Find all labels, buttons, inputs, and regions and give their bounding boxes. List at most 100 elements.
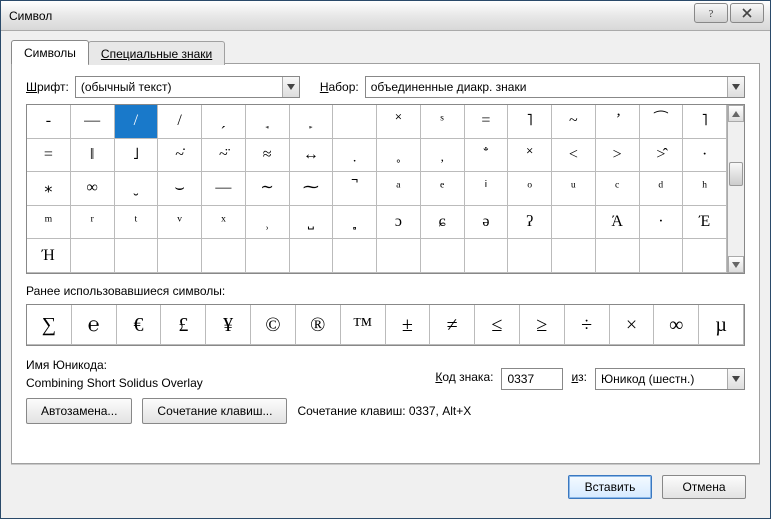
symbol-cell[interactable]: ~̇ [158,139,202,173]
recent-symbol-cell[interactable]: ≤ [475,305,520,345]
help-button[interactable]: ? [694,3,728,23]
symbol-cell[interactable]: < [552,139,596,173]
symbol-cell[interactable]: ˢ [421,105,465,139]
symbol-cell[interactable]: ̛ [596,105,640,139]
symbol-cell[interactable]: — [71,105,115,139]
symbol-cell[interactable] [465,239,509,273]
symbol-cell[interactable]: ‖ [71,139,115,173]
autocorrect-button[interactable]: Автозамена... [26,398,132,424]
symbol-cell[interactable]: ̗ [202,105,246,139]
symbol-cell[interactable]: ̣ [333,139,377,173]
recent-symbol-cell[interactable]: ≥ [520,305,565,345]
symbol-cell[interactable]: ʔ [508,206,552,240]
scrollbar[interactable] [727,105,744,273]
from-combo[interactable]: Юникод (шестн.) [595,368,745,390]
symbol-cell[interactable]: ᵐ [27,206,71,240]
symbol-cell[interactable]: ∼ [246,172,290,206]
symbol-cell[interactable]: ᶜ [596,172,640,206]
symbol-cell[interactable]: ᵛ [158,206,202,240]
chevron-down-icon[interactable] [727,77,744,97]
recent-symbol-cell[interactable]: ∑ [27,305,72,345]
symbol-cell[interactable]: ̹ [246,206,290,240]
close-button[interactable] [730,3,764,23]
symbol-cell[interactable]: ˣ [202,206,246,240]
symbol-cell[interactable]: ̙ [290,105,334,139]
symbol-cell[interactable] [377,239,421,273]
symbol-cell[interactable]: ɕ [421,206,465,240]
symbol-cell[interactable] [158,239,202,273]
symbol-cell[interactable]: · [640,206,684,240]
symbol-cell[interactable]: ̘ [246,105,290,139]
symbol-cell[interactable] [640,239,684,273]
symbol-cell[interactable] [552,239,596,273]
chevron-down-icon[interactable] [727,369,744,389]
symbol-cell[interactable]: ̐ [465,139,509,173]
symbol-cell[interactable]: Ά [596,206,640,240]
symbol-cell[interactable]: ʰ [683,172,727,206]
insert-button[interactable]: Вставить [568,475,652,499]
recent-symbol-cell[interactable]: µ [699,305,744,345]
symbol-cell[interactable]: ᵗ [115,206,159,240]
symbol-cell[interactable]: ̮ [115,172,159,206]
symbol-cell[interactable]: ʳ [71,206,115,240]
symbol-cell[interactable]: ᵃ [377,172,421,206]
scroll-track[interactable] [728,122,744,256]
recent-symbol-cell[interactable]: ≠ [430,305,475,345]
scroll-up-icon[interactable] [728,105,744,122]
recent-symbol-cell[interactable]: £ [161,305,206,345]
symbol-cell[interactable]: ˥ [683,105,727,139]
recent-symbol-cell[interactable]: ÷ [565,305,610,345]
symbol-cell[interactable]: ̦ [421,139,465,173]
symbol-cell[interactable]: ⌣ [158,172,202,206]
symbol-cell[interactable]: Ή [27,239,71,273]
symbol-cell[interactable] [71,239,115,273]
symbol-cell[interactable] [552,206,596,240]
recent-symbol-cell[interactable]: © [251,305,296,345]
symbol-cell[interactable]: ⁎ [27,172,71,206]
symbol-cell[interactable]: ˟ [508,139,552,173]
symbol-cell[interactable]: - [27,105,71,139]
symbol-cell[interactable] [421,239,465,273]
recent-symbol-cell[interactable]: ™ [341,305,386,345]
symbol-cell[interactable] [508,239,552,273]
symbol-cell[interactable]: · [683,139,727,173]
symbol-cell[interactable] [202,239,246,273]
symbol-cell[interactable]: = [27,139,71,173]
shortcut-key-button[interactable]: Сочетание клавиш... [142,398,287,424]
symbol-cell[interactable]: ∞ [71,172,115,206]
symbol-cell[interactable] [115,239,159,273]
symbol-cell[interactable] [683,239,727,273]
recent-symbol-cell[interactable]: ∞ [654,305,699,345]
symbol-cell[interactable]: ˥ [508,105,552,139]
symbol-cell[interactable]: ᵉ [421,172,465,206]
symbol-cell[interactable]: ̺ [290,206,334,240]
symbol-cell[interactable] [246,239,290,273]
tab-symbols[interactable]: Символы [11,40,89,64]
recent-symbol-cell[interactable]: ¥ [206,305,251,345]
symbol-cell[interactable]: ᵈ [640,172,684,206]
recent-symbols-grid[interactable]: ∑℮€£¥©®™±≠≤≥÷×∞µ [26,304,745,346]
symbol-cell[interactable]: ɔ [377,206,421,240]
recent-symbol-cell[interactable]: ℮ [72,305,117,345]
font-combo[interactable]: (обычный текст) [75,76,300,98]
symbol-cell[interactable]: >̂ [640,139,684,173]
symbol-cell[interactable]: ⁓ [290,172,334,206]
symbol-cell[interactable]: > [596,139,640,173]
symbol-cell[interactable] [333,105,377,139]
symbol-cell[interactable]: ~̈ [202,139,246,173]
symbol-cell[interactable]: ̥ [377,139,421,173]
symbol-cell[interactable]: ̻ [333,206,377,240]
recent-symbol-cell[interactable]: ® [296,305,341,345]
symbol-cell[interactable]: / [158,105,202,139]
symbol-cell[interactable]: = [465,105,509,139]
symbol-cell[interactable]: / [115,105,159,139]
symbol-cell[interactable]: ̚ [333,172,377,206]
scroll-thumb[interactable] [729,162,743,186]
symbol-cell[interactable]: ə [465,206,509,240]
symbol-cell[interactable] [290,239,334,273]
symbol-grid[interactable]: -—//̗̘̙ ˟ˢ=˥~̛⁀˥=‖˩~̇~̈≈↔̣̥̦̐˟<>>̂·⁎∞̮⌣—… [27,105,727,273]
recent-symbol-cell[interactable]: € [117,305,162,345]
recent-symbol-cell[interactable]: ± [386,305,431,345]
code-input[interactable]: 0337 [501,368,563,390]
tab-special-chars[interactable]: Специальные знаки [88,41,225,65]
